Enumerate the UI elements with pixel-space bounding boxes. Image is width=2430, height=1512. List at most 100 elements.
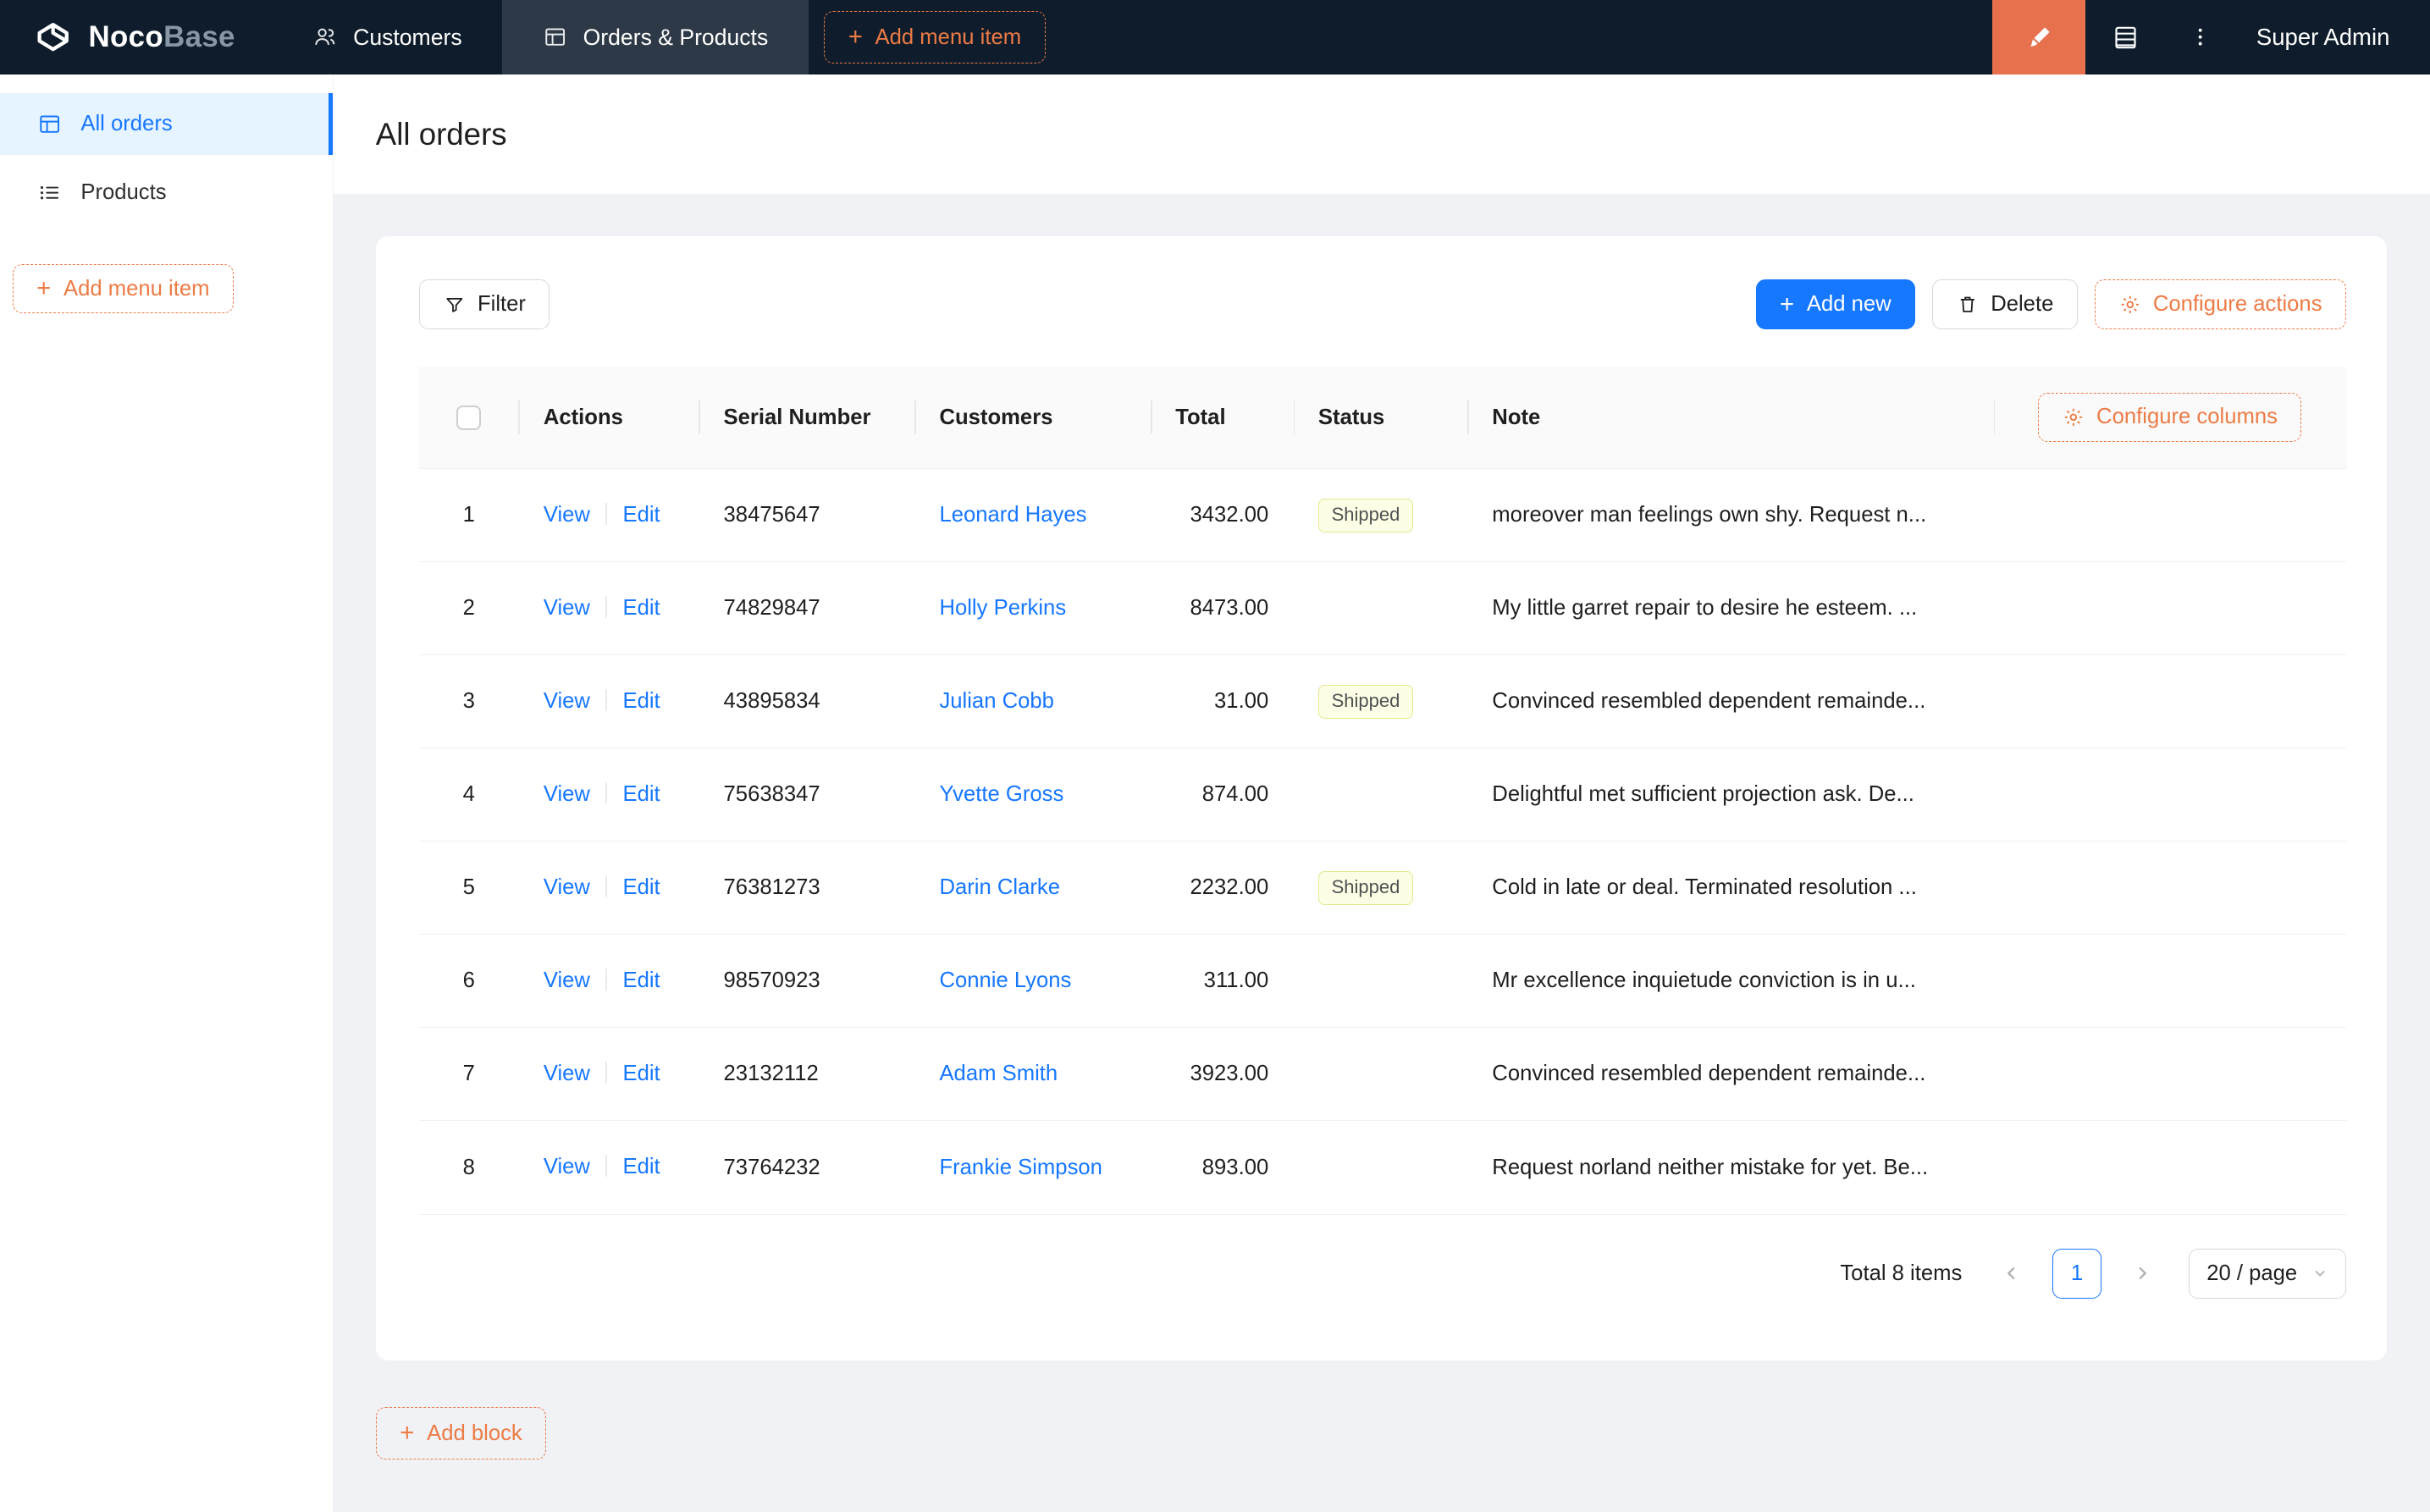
table-row: 7 View Edit 23132112 Adam Smith 3923.00 C…	[419, 1027, 2347, 1122]
edit-link[interactable]: Edit	[622, 875, 660, 899]
table-header-row: Actions Serial Number Customers Total St…	[419, 366, 2347, 470]
table-icon	[543, 25, 567, 49]
nav-item-orders-products[interactable]: Orders & Products	[502, 0, 809, 75]
customer-link[interactable]: Julian Cobb	[939, 689, 1054, 713]
plus-icon: +	[1780, 290, 1795, 318]
customer-cell: Leonard Hayes	[914, 468, 1151, 563]
serial-number-cell: 76381273	[699, 841, 915, 935]
sidebar-item-products[interactable]: Products	[0, 162, 333, 223]
status-tag: Shipped	[1317, 870, 1413, 906]
customer-link[interactable]: Darin Clarke	[939, 875, 1060, 899]
row-actions-cell: View Edit	[518, 1120, 699, 1215]
next-page-button[interactable]	[2118, 1249, 2168, 1299]
column-header-serial-number[interactable]: Serial Number	[699, 366, 915, 470]
chevron-right-icon	[2133, 1264, 2151, 1283]
row-actions-cell: View Edit	[518, 748, 699, 842]
column-header-customers[interactable]: Customers	[914, 366, 1151, 470]
nav-item-customers[interactable]: Customers	[273, 0, 503, 74]
empty-cell	[1993, 1027, 2347, 1122]
edit-link[interactable]: Edit	[622, 596, 660, 620]
status-cell	[1293, 1120, 1467, 1215]
row-actions-cell: View Edit	[518, 468, 699, 563]
filter-button[interactable]: Filter	[419, 279, 550, 329]
nocobase-logo[interactable]: NocoBase	[0, 0, 273, 74]
select-all-checkbox[interactable]	[456, 405, 482, 430]
paintbrush-icon	[2025, 24, 2053, 52]
serial-number-cell: 75638347	[699, 748, 915, 842]
prev-page-button[interactable]	[1987, 1249, 2037, 1299]
empty-cell	[1993, 1120, 2347, 1215]
add-menu-item-button-header[interactable]: + Add menu item	[824, 10, 1046, 64]
ui-editor-button[interactable]	[1992, 0, 2086, 75]
view-link[interactable]: View	[544, 782, 590, 806]
table-row: 1 View Edit 38475647 Leonard Hayes 3432.0…	[419, 468, 2347, 563]
collections-icon	[2112, 24, 2140, 52]
note-cell: Mr excellence inquietude conviction is i…	[1466, 934, 1994, 1029]
customer-link[interactable]: Connie Lyons	[939, 968, 1071, 992]
customer-link[interactable]: Leonard Hayes	[939, 503, 1086, 527]
customer-cell: Adam Smith	[914, 1027, 1151, 1122]
page-number-button[interactable]: 1	[2052, 1248, 2102, 1299]
sidebar-item-all-orders[interactable]: All orders	[0, 93, 334, 156]
column-header-note[interactable]: Note	[1466, 366, 1994, 470]
row-actions-cell: View Edit	[518, 561, 699, 656]
status-cell	[1293, 934, 1467, 1029]
column-header-actions[interactable]: Actions	[518, 366, 699, 470]
edit-link[interactable]: Edit	[622, 503, 660, 527]
customer-link[interactable]: Adam Smith	[939, 1062, 1058, 1085]
serial-number-cell: 23132112	[699, 1027, 915, 1122]
customer-link[interactable]: Holly Perkins	[939, 596, 1066, 620]
page-size-select[interactable]: 20 / page	[2189, 1248, 2347, 1299]
gear-icon	[2063, 406, 2085, 428]
note-cell: Cold in late or deal. Terminated resolut…	[1466, 841, 1994, 935]
delete-button[interactable]: Delete	[1932, 279, 2078, 329]
empty-cell	[1993, 468, 2347, 563]
customer-cell: Darin Clarke	[914, 841, 1151, 935]
total-cell: 3923.00	[1150, 1027, 1294, 1122]
collections-button[interactable]	[2085, 0, 2166, 74]
pagination-total: Total 8 items	[1840, 1261, 1963, 1285]
view-link[interactable]: View	[544, 1156, 590, 1179]
top-navbar: NocoBase Customers Orders & Products + A…	[0, 0, 2430, 75]
customer-link[interactable]: Yvette Gross	[939, 782, 1063, 806]
action-divider	[605, 968, 608, 991]
edit-link[interactable]: Edit	[622, 968, 660, 992]
more-menu-button[interactable]	[2167, 0, 2235, 74]
edit-link[interactable]: Edit	[622, 782, 660, 806]
customer-link[interactable]: Frankie Simpson	[939, 1156, 1102, 1179]
serial-number-cell: 98570923	[699, 934, 915, 1029]
add-menu-item-button-sidebar[interactable]: + Add menu item	[12, 263, 235, 314]
column-header-total[interactable]: Total	[1150, 366, 1294, 470]
serial-number-cell: 43895834	[699, 654, 915, 749]
funnel-icon	[444, 294, 466, 316]
column-header-status[interactable]: Status	[1293, 366, 1467, 470]
view-link[interactable]: View	[544, 875, 590, 899]
action-divider	[605, 503, 608, 525]
serial-number-cell: 38475647	[699, 468, 915, 563]
view-link[interactable]: View	[544, 689, 590, 713]
row-index-cell: 2	[419, 561, 519, 656]
nav-item-label: Customers	[353, 24, 462, 50]
status-cell	[1293, 1027, 1467, 1122]
edit-link[interactable]: Edit	[622, 689, 660, 713]
view-link[interactable]: View	[544, 596, 590, 620]
note-cell: moreover man feelings own shy. Request n…	[1466, 468, 1994, 563]
configure-actions-button[interactable]: Configure actions	[2095, 279, 2347, 329]
user-menu[interactable]: Super Admin	[2234, 0, 2430, 74]
action-divider	[605, 782, 608, 805]
trash-icon	[1957, 294, 1979, 316]
edit-link[interactable]: Edit	[622, 1156, 660, 1179]
configure-columns-button[interactable]: Configure columns	[2038, 392, 2302, 443]
action-divider	[605, 1155, 608, 1178]
row-index-cell: 3	[419, 654, 519, 749]
edit-link[interactable]: Edit	[622, 1062, 660, 1085]
view-link[interactable]: View	[544, 968, 590, 992]
add-block-button[interactable]: + Add block	[375, 1406, 547, 1460]
view-link[interactable]: View	[544, 503, 590, 527]
empty-cell	[1993, 561, 2347, 656]
chevron-down-icon	[2311, 1265, 2328, 1282]
orders-table: Actions Serial Number Customers Total St…	[419, 366, 2347, 1215]
nocobase-logo-icon	[31, 15, 75, 58]
view-link[interactable]: View	[544, 1062, 590, 1085]
add-new-button[interactable]: + Add new	[1755, 279, 1916, 329]
